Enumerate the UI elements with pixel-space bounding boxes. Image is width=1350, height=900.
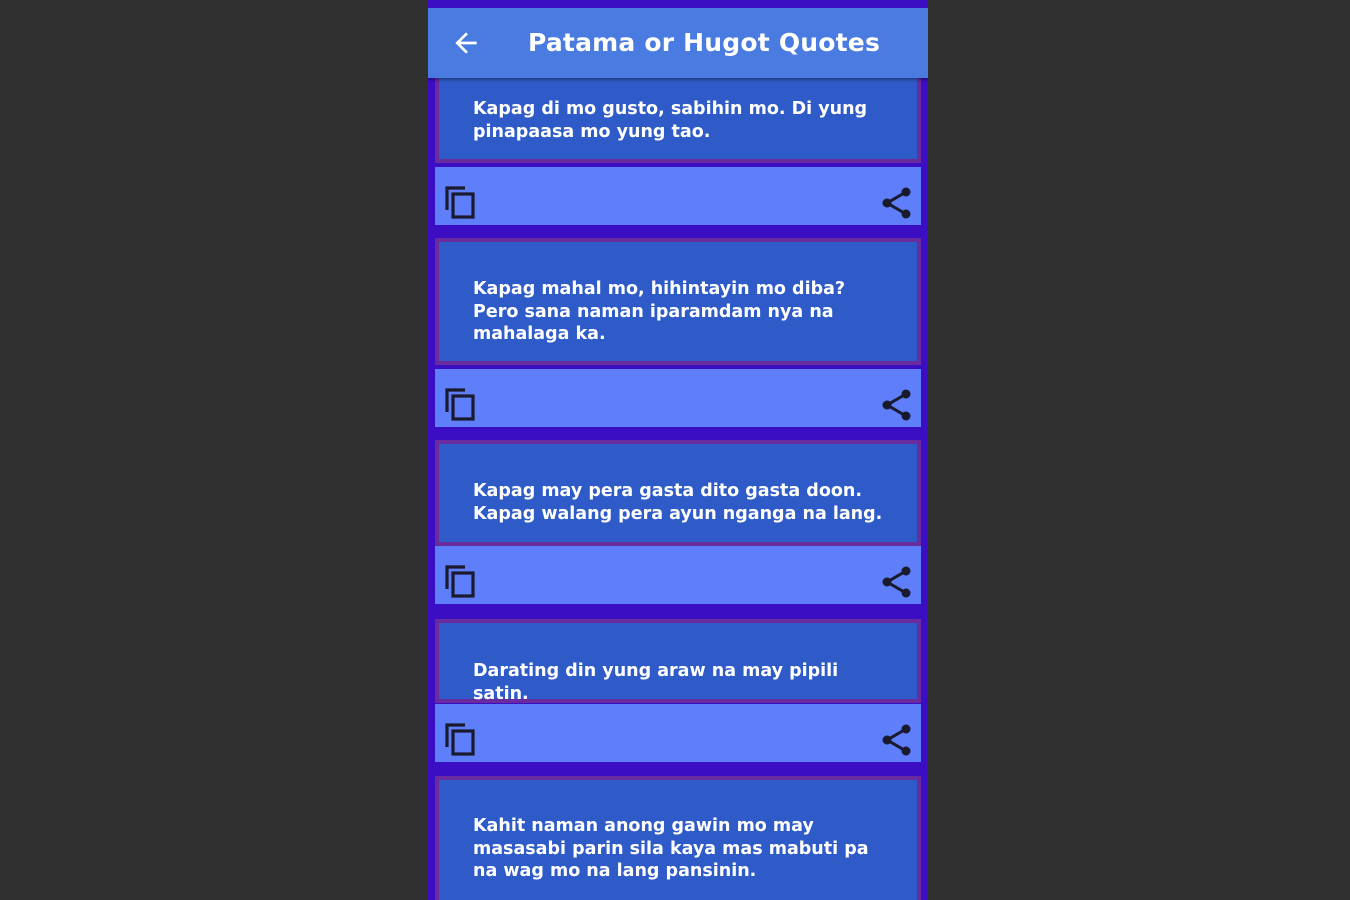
- copy-button[interactable]: [443, 184, 477, 220]
- quote-text: Kapag di mo gusto, sabihin mo. Di yung p…: [473, 99, 868, 142]
- copy-button[interactable]: [443, 386, 477, 422]
- quote-card: Kahit naman anong gawin mo may masasabi …: [435, 776, 921, 900]
- quote-box: Darating din yung araw na may pipili sat…: [435, 619, 921, 704]
- copy-icon: [445, 565, 475, 598]
- quote-card: Kapag may pera gasta dito gasta doon. Ka…: [435, 440, 921, 604]
- quote-box: Kapag may pera gasta dito gasta doon. Ka…: [435, 440, 921, 546]
- page-title: Patama or Hugot Quotes: [528, 28, 881, 57]
- copy-button[interactable]: [443, 563, 477, 599]
- app-bar: Patama or Hugot Quotes: [428, 8, 928, 78]
- quote-box: Kapag mahal mo, hihintayin mo diba? Pero…: [435, 238, 921, 365]
- quote-actions: [435, 369, 921, 427]
- share-button[interactable]: [879, 387, 915, 423]
- share-button[interactable]: [879, 722, 915, 758]
- copy-icon: [445, 723, 475, 756]
- share-icon: [882, 389, 911, 421]
- quote-box: Kahit naman anong gawin mo may masasabi …: [435, 776, 921, 900]
- quote-card: Kapag mahal mo, hihintayin mo diba? Pero…: [435, 238, 921, 427]
- quote-text: Kapag mahal mo, hihintayin mo diba? Pero…: [473, 279, 846, 344]
- quote-card: Darating din yung araw na may pipili sat…: [435, 619, 921, 762]
- quote-actions: [435, 704, 921, 762]
- quote-actions: [435, 546, 921, 604]
- quote-text: Kapag may pera gasta dito gasta doon. Ka…: [473, 481, 883, 524]
- share-icon: [882, 724, 911, 756]
- quote-text: Kahit naman anong gawin mo may masasabi …: [473, 816, 869, 881]
- arrow-back-icon: [455, 32, 477, 54]
- share-button[interactable]: [879, 185, 915, 221]
- copy-icon: [445, 388, 475, 421]
- back-button[interactable]: [450, 27, 482, 59]
- share-icon: [882, 566, 911, 598]
- copy-icon: [445, 186, 475, 219]
- quote-actions: [435, 167, 921, 225]
- app-screen: Patama or Hugot Quotes Kapag di mo gusto…: [428, 0, 928, 900]
- share-button[interactable]: [879, 564, 915, 600]
- status-bar: [428, 0, 928, 8]
- quote-text: Darating din yung araw na may pipili sat…: [473, 661, 839, 704]
- share-icon: [882, 187, 911, 219]
- copy-button[interactable]: [443, 721, 477, 757]
